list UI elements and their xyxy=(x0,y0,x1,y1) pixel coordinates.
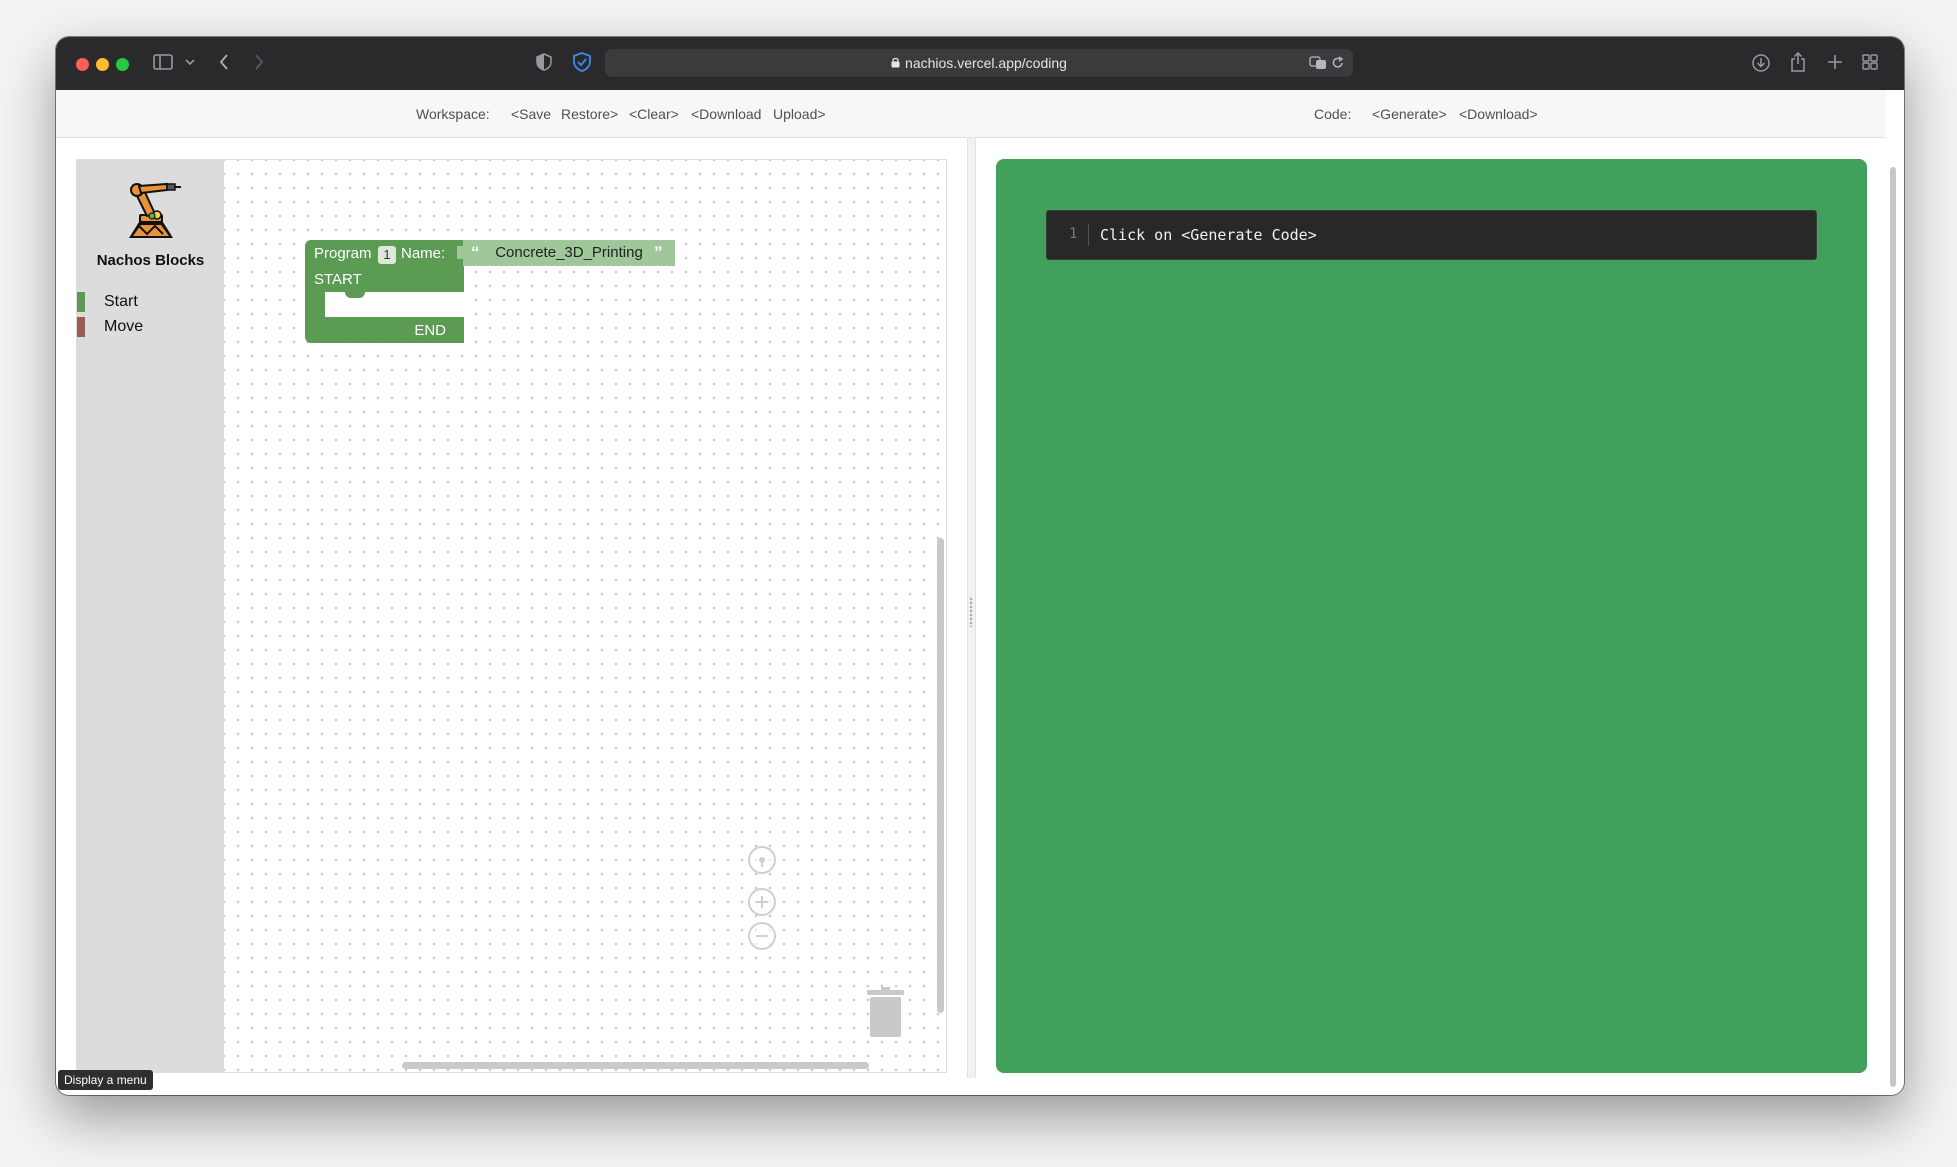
app-toolbar: Workspace: <Save Restore> <Clear> <Downl… xyxy=(56,90,1886,138)
program-name-field[interactable]: Concrete_3D_Printing xyxy=(489,243,649,263)
vertical-scrollbar[interactable] xyxy=(937,538,944,1013)
close-window-button[interactable] xyxy=(76,58,89,71)
resize-grip-icon[interactable] xyxy=(969,597,973,627)
address-bar[interactable]: nachios.vercel.app/coding xyxy=(605,49,1353,77)
save-button[interactable]: <Save xyxy=(511,106,551,122)
category-label: Start xyxy=(104,293,138,310)
upload-button[interactable]: Upload> xyxy=(773,106,826,122)
open-quote-icon: “ xyxy=(471,243,480,262)
recenter-icon[interactable] xyxy=(748,846,776,874)
lock-icon xyxy=(891,55,900,71)
category-color-bar xyxy=(77,292,85,312)
toolbox: Nachos Blocks Start Move xyxy=(77,160,224,1072)
chevron-down-icon[interactable] xyxy=(184,54,196,70)
sidebar-toggle-icon[interactable] xyxy=(152,51,174,73)
category-move[interactable]: Move xyxy=(77,317,224,337)
share-icon[interactable] xyxy=(1788,50,1808,74)
clear-button[interactable]: <Clear> xyxy=(629,106,679,122)
name-label: Name: xyxy=(401,245,446,262)
category-start[interactable]: Start xyxy=(77,292,224,312)
download-code-button[interactable]: <Download> xyxy=(1459,106,1538,122)
string-block[interactable]: “ Concrete_3D_Printing ” xyxy=(463,240,675,266)
url-text: nachios.vercel.app/coding xyxy=(905,55,1067,71)
start-label: START xyxy=(314,271,362,288)
program-number-field[interactable]: 1 xyxy=(378,246,396,264)
password-extension-icon[interactable] xyxy=(571,51,593,73)
privacy-shield-icon[interactable] xyxy=(534,51,554,73)
minimize-window-button[interactable] xyxy=(96,58,109,71)
back-icon[interactable] xyxy=(216,51,232,73)
category-label: Move xyxy=(104,318,144,335)
blocks-canvas[interactable]: Program 1 Name: START END “ Concrete_3D_… xyxy=(224,160,946,1072)
blocks-workspace-panel: Nachos Blocks Start Move Program 1 Name:… xyxy=(76,159,947,1073)
zoom-window-button[interactable] xyxy=(116,58,129,71)
zoom-out-icon[interactable] xyxy=(748,922,776,950)
downloads-icon[interactable] xyxy=(1750,52,1772,74)
download-workspace-button[interactable]: <Download xyxy=(691,106,761,122)
new-tab-icon[interactable] xyxy=(1825,52,1845,72)
generate-button[interactable]: <Generate> xyxy=(1372,106,1447,122)
program-block-footer[interactable]: END xyxy=(305,317,464,343)
program-block[interactable]: Program 1 Name: START xyxy=(305,240,464,292)
zoom-in-icon[interactable] xyxy=(748,888,776,916)
code-label: Code: xyxy=(1314,106,1352,122)
restore-button[interactable]: Restore> xyxy=(561,106,618,122)
program-block-arm xyxy=(305,292,325,318)
translate-icon[interactable] xyxy=(1309,56,1327,73)
brand-title: Nachos Blocks xyxy=(96,252,205,269)
forward-icon[interactable] xyxy=(251,51,267,73)
code-editor[interactable]: 1 Click on <Generate Code> xyxy=(1046,210,1817,260)
trash-icon[interactable] xyxy=(867,987,904,1037)
browser-titlebar: nachios.vercel.app/coding xyxy=(56,37,1904,90)
end-label: END xyxy=(414,322,446,339)
horizontal-scrollbar[interactable] xyxy=(402,1062,869,1069)
workspace-label: Workspace: xyxy=(416,106,490,122)
robot-arm-logo xyxy=(117,176,183,242)
category-color-bar xyxy=(77,317,85,337)
code-panel: 1 Click on <Generate Code> xyxy=(996,159,1867,1073)
program-label: Program xyxy=(314,245,372,262)
gutter-separator xyxy=(1088,224,1089,246)
reload-icon[interactable] xyxy=(1332,56,1344,72)
line-number: 1 xyxy=(1069,226,1078,242)
code-line: Click on <Generate Code> xyxy=(1100,226,1317,244)
tab-overview-icon[interactable] xyxy=(1860,52,1880,72)
page-scrollbar[interactable] xyxy=(1890,167,1896,1087)
tooltip: Display a menu xyxy=(58,1070,153,1090)
close-quote-icon: ” xyxy=(654,243,663,262)
browser-window: nachios.vercel.app/coding Workspace: <Sa… xyxy=(56,37,1904,1095)
statement-notch xyxy=(345,292,365,298)
